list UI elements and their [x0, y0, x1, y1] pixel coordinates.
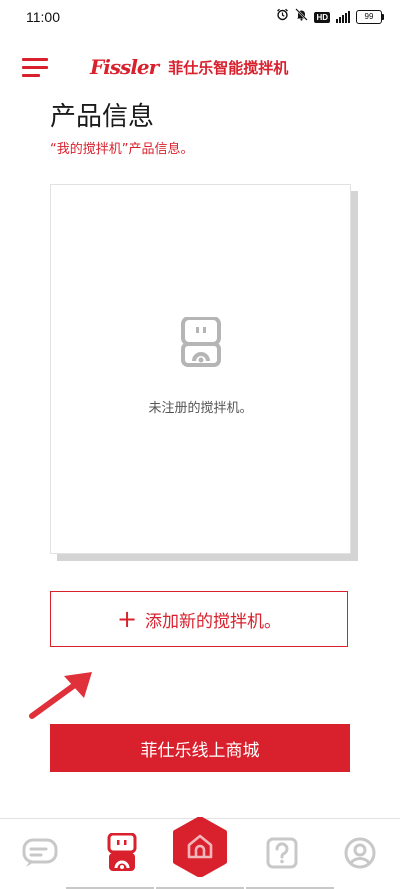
nav-chat[interactable] — [20, 833, 60, 873]
online-shop-label: 菲仕乐线上商城 — [140, 740, 260, 761]
profile-icon — [344, 837, 376, 869]
bottom-nav — [0, 816, 400, 889]
chat-icon — [22, 838, 58, 867]
blender-icon — [107, 833, 137, 871]
nav-profile[interactable] — [340, 833, 380, 873]
battery-icon: 99 — [356, 10, 384, 24]
product-card: 未注册的搅拌机。 — [50, 184, 351, 554]
nav-blender[interactable] — [102, 833, 142, 873]
arrow-icon — [29, 672, 92, 719]
add-mixer-label: 添加新的搅拌机。 — [145, 611, 282, 632]
unregistered-message: 未注册的搅拌机。 — [148, 401, 253, 416]
hd-icon: HD — [314, 11, 330, 23]
add-mixer-button[interactable]: + 添加新的搅拌机。 — [50, 591, 348, 647]
mute-icon — [295, 8, 309, 26]
alarm-icon — [276, 8, 289, 26]
page-subtitle: “我的搅拌机”产品信息。 — [50, 142, 194, 157]
home-icon — [173, 816, 227, 878]
nav-home[interactable] — [170, 816, 230, 878]
brand-name: 菲仕乐智能搅拌机 — [168, 58, 289, 77]
fissler-logo: Fissler — [90, 55, 159, 79]
brand: Fissler 菲仕乐智能搅拌机 — [90, 55, 288, 79]
status-bar: 11:00 HD 99 — [0, 0, 400, 36]
plus-icon: + — [116, 605, 138, 633]
status-time: 11:00 — [26, 9, 60, 25]
status-icons: HD 99 — [276, 8, 384, 26]
signal-icon — [336, 11, 350, 23]
blender-icon — [181, 317, 221, 367]
menu-button[interactable] — [22, 56, 48, 78]
online-shop-button[interactable]: 菲仕乐线上商城 — [50, 724, 350, 772]
nav-help[interactable] — [262, 833, 302, 873]
hamburger-menu-icon — [22, 58, 48, 61]
page-title: 产品信息 — [50, 102, 155, 132]
help-icon — [266, 837, 298, 869]
